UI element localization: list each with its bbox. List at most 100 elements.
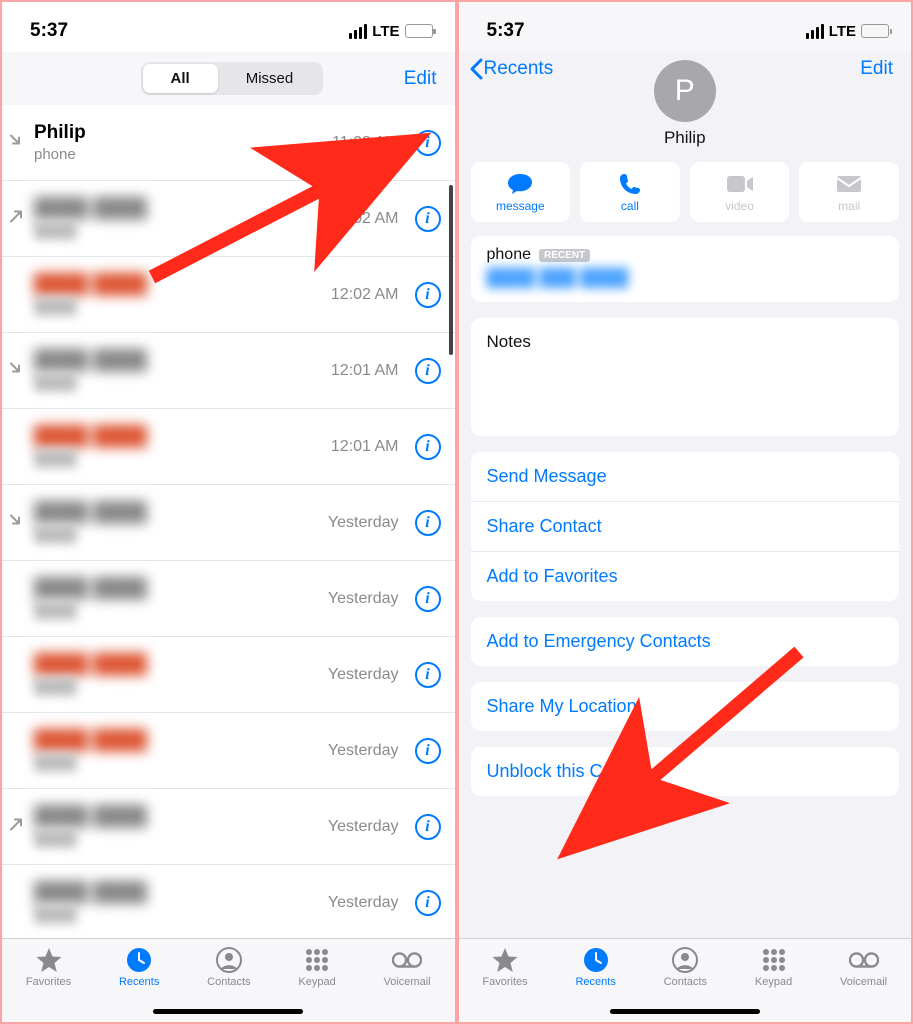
recent-badge: RECENT xyxy=(539,249,590,262)
home-indicator[interactable] xyxy=(610,1009,760,1015)
call-row[interactable]: ████ ████████12:01 AMi xyxy=(2,409,455,485)
tab-voicemail[interactable]: Voicemail xyxy=(840,947,887,988)
status-right: LTE xyxy=(349,23,432,40)
unblock-caller-row[interactable]: Unblock this Caller xyxy=(471,747,900,796)
tab-keypad[interactable]: Keypad xyxy=(755,947,792,988)
info-icon[interactable]: i xyxy=(415,206,441,232)
call-sub: ████ xyxy=(34,754,318,771)
action-label: video xyxy=(725,199,754,213)
tab-favorites[interactable]: Favorites xyxy=(482,947,527,988)
call-row[interactable]: ████ ████████12:02 AMi xyxy=(2,181,455,257)
call-name: ████ ████ xyxy=(34,806,318,828)
call-row[interactable]: ████ ████████Yesterdayi xyxy=(2,713,455,789)
actions-section-4: Unblock this Caller xyxy=(471,747,900,796)
status-bar: 5:37 LTE xyxy=(2,2,455,52)
info-icon[interactable]: i xyxy=(415,890,441,916)
outgoing-icon xyxy=(8,208,24,229)
info-icon[interactable]: i xyxy=(415,662,441,688)
avatar-initial: P xyxy=(675,74,695,108)
notes-section[interactable]: Notes xyxy=(471,318,900,436)
call-time: Yesterday xyxy=(328,514,399,532)
voicemail-icon xyxy=(849,947,879,973)
call-row[interactable]: ████ ████████Yesterdayi xyxy=(2,637,455,713)
action-call[interactable]: call xyxy=(580,162,680,222)
scrollbar-thumb[interactable] xyxy=(449,185,453,355)
home-indicator[interactable] xyxy=(153,1009,303,1015)
tab-contacts[interactable]: Contacts xyxy=(207,947,250,988)
tab-label: Keypad xyxy=(298,976,335,988)
battery-icon xyxy=(861,24,889,38)
info-icon[interactable]: i xyxy=(415,358,441,384)
signal-icon xyxy=(349,24,367,39)
recents-screen: 5:37 LTE All Missed Edit Philip phone 11… xyxy=(0,0,457,1024)
call-name: ████ ████ xyxy=(34,198,321,220)
add-emergency-row[interactable]: Add to Emergency Contacts xyxy=(471,617,900,666)
incoming-icon xyxy=(8,512,24,533)
notes-label: Notes xyxy=(471,318,900,366)
call-name: ████ ████ xyxy=(34,730,318,752)
phone-type-label: phone xyxy=(487,246,532,264)
tab-recents[interactable]: Recents xyxy=(575,947,615,988)
info-icon[interactable]: i xyxy=(415,510,441,536)
tab-label: Favorites xyxy=(26,976,71,988)
tab-label: Voicemail xyxy=(384,976,431,988)
add-favorites-row[interactable]: Add to Favorites xyxy=(471,551,900,601)
info-icon[interactable]: i xyxy=(415,738,441,764)
call-sub: phone xyxy=(34,146,322,163)
tab-label: Favorites xyxy=(482,976,527,988)
call-time: 12:01 AM xyxy=(331,362,399,380)
status-right: LTE xyxy=(806,23,889,40)
segment-all[interactable]: All xyxy=(143,64,218,93)
outgoing-icon xyxy=(8,816,24,837)
send-message-row[interactable]: Send Message xyxy=(471,452,900,501)
info-icon[interactable]: i xyxy=(415,586,441,612)
info-icon[interactable]: i xyxy=(415,282,441,308)
segment-missed[interactable]: Missed xyxy=(218,64,322,93)
call-row[interactable]: ████ ████████12:01 AMi xyxy=(2,333,455,409)
call-row[interactable]: ████ ████████12:02 AMi xyxy=(2,257,455,333)
person-icon xyxy=(670,947,700,973)
tab-contacts[interactable]: Contacts xyxy=(664,947,707,988)
action-label: mail xyxy=(838,199,860,213)
info-icon[interactable]: i xyxy=(415,434,441,460)
tab-label: Contacts xyxy=(664,976,707,988)
edit-button[interactable]: Edit xyxy=(404,68,437,90)
tab-favorites[interactable]: Favorites xyxy=(26,947,71,988)
share-location-row[interactable]: Share My Location xyxy=(471,682,900,731)
tab-label: Voicemail xyxy=(840,976,887,988)
call-row[interactable]: ████ ████████Yesterdayi xyxy=(2,865,455,938)
tab-recents[interactable]: Recents xyxy=(119,947,159,988)
call-sub: ████ xyxy=(34,298,321,315)
call-row-philip[interactable]: Philip phone 11:03 AM i xyxy=(2,105,455,181)
tab-keypad[interactable]: Keypad xyxy=(298,947,335,988)
tab-bar: Favorites Recents Contacts Keypad Voicem… xyxy=(459,938,912,1022)
back-button[interactable]: Recents xyxy=(469,58,554,80)
avatar: P xyxy=(654,60,716,122)
signal-icon xyxy=(806,24,824,39)
call-row[interactable]: ████ ████████Yesterdayi xyxy=(2,789,455,865)
call-sub: ████ xyxy=(34,526,318,543)
call-name: ████ ████ xyxy=(34,654,318,676)
notes-field[interactable] xyxy=(471,366,900,436)
network-label: LTE xyxy=(829,23,856,40)
incoming-icon xyxy=(8,132,24,153)
action-message[interactable]: message xyxy=(471,162,571,222)
call-list[interactable]: Philip phone 11:03 AM i ████ ████████12:… xyxy=(2,105,455,938)
share-contact-row[interactable]: Share Contact xyxy=(471,501,900,551)
back-label: Recents xyxy=(484,58,554,80)
filter-segment: All Missed xyxy=(141,62,324,95)
edit-button[interactable]: Edit xyxy=(860,58,893,80)
info-icon[interactable]: i xyxy=(415,130,441,156)
contact-header: Recents Edit P Philip xyxy=(459,52,912,162)
call-sub: ████ xyxy=(34,678,318,695)
tab-label: Contacts xyxy=(207,976,250,988)
info-icon[interactable]: i xyxy=(415,814,441,840)
phone-number[interactable]: ████ ███ ████ xyxy=(487,268,884,288)
call-row[interactable]: ████ ████████Yesterdayi xyxy=(2,561,455,637)
action-mail: mail xyxy=(799,162,899,222)
mail-icon xyxy=(836,172,862,196)
tab-voicemail[interactable]: Voicemail xyxy=(384,947,431,988)
contact-name: Philip xyxy=(664,128,706,148)
call-row[interactable]: ████ ████████Yesterdayi xyxy=(2,485,455,561)
call-name: ████ ████ xyxy=(34,350,321,372)
